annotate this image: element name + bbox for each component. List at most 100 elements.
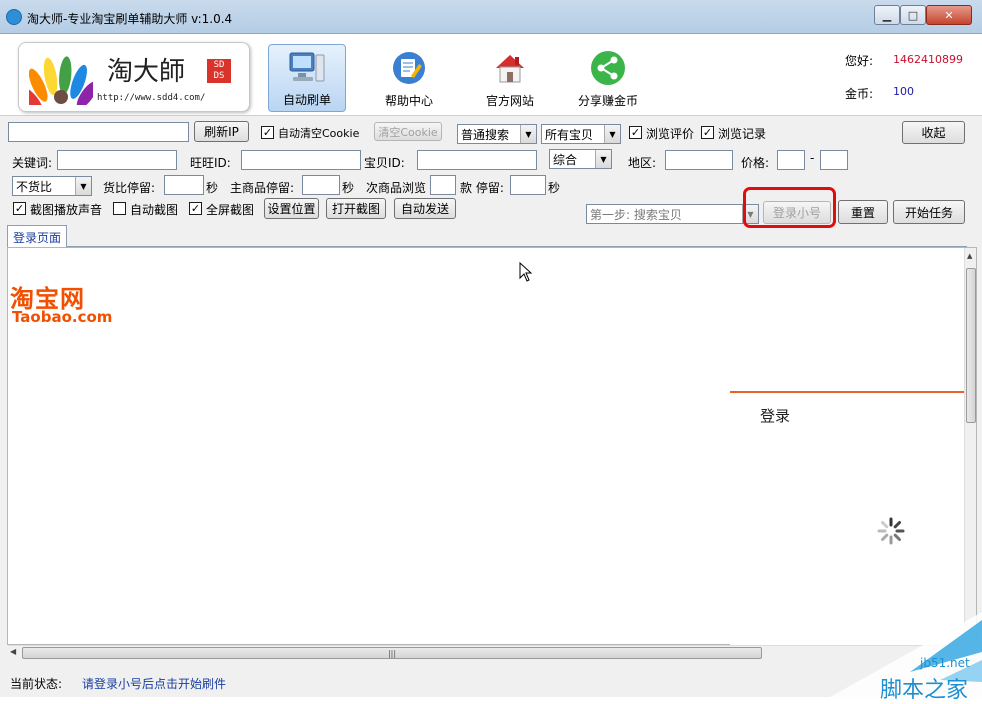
nav-share-earn-button[interactable]: 分享赚金币 [569, 44, 647, 112]
seconds-label: 秒 [206, 181, 219, 195]
step-select-value: 第一步: 搜索宝贝 [590, 208, 682, 222]
close-window-button[interactable]: ✕ [926, 5, 972, 25]
screenshot-sound-label: 截图播放声音 [30, 203, 103, 217]
compare-stay-label: 货比停留: [103, 181, 156, 195]
home-icon [490, 48, 530, 88]
watermark-text: 脚本之家 [880, 678, 969, 703]
title-bar: 淘大师-专业淘宝刷单辅助大师 v:1.0.4 ▁ □ ✕ [0, 0, 982, 34]
search-type-value: 普通搜索 [461, 128, 510, 142]
auto-clear-cookie-label: 自动清空Cookie [278, 127, 360, 140]
highlight-annotation [743, 187, 836, 228]
app-bird-icon [6, 9, 22, 25]
start-task-button[interactable]: 开始任务 [893, 200, 965, 224]
gold-value: 100 [893, 85, 914, 98]
vertical-scroll-thumb[interactable] [966, 268, 976, 423]
full-screenshot-checkbox[interactable]: ✓ [189, 202, 202, 215]
browse-history-label: 浏览记录 [718, 127, 767, 141]
sort-select[interactable]: 综合 ▼ [549, 149, 612, 169]
compare-value: 不货比 [16, 180, 53, 194]
chevron-down-icon: ▼ [604, 125, 620, 143]
goods-scope-value: 所有宝贝 [545, 128, 594, 142]
set-position-button[interactable]: 设置位置 [264, 198, 319, 219]
scroll-left-icon[interactable]: ◀ [10, 647, 16, 656]
keyword-input[interactable] [57, 150, 177, 170]
sub-browse-label: 次商品浏览 [366, 181, 427, 195]
reset-button[interactable]: 重置 [838, 200, 888, 224]
keyword-label: 关键词: [12, 156, 53, 170]
minimize-button[interactable]: ▁ [874, 5, 900, 25]
logo-fan-icon [29, 56, 93, 105]
screenshot-sound-checkbox[interactable]: ✓ [13, 202, 26, 215]
chevron-down-icon: ▼ [75, 177, 91, 195]
sort-value: 综合 [553, 153, 578, 167]
auto-screenshot-checkbox[interactable] [113, 202, 126, 215]
browse-reviews-label: 浏览评价 [646, 127, 695, 141]
collapse-button[interactable]: 收起 [902, 121, 965, 144]
tab-bar [7, 225, 967, 247]
sub-browse-count-input[interactable] [430, 175, 456, 195]
nav-auto-order-button[interactable]: 自动刷单 [268, 44, 346, 112]
help-edit-icon [389, 48, 429, 88]
nav-share-earn-label: 分享赚金币 [577, 94, 638, 108]
nav-official-site-button[interactable]: 官方网站 [471, 44, 549, 112]
seconds-label: 秒 [342, 181, 355, 195]
seconds-label: 秒 [548, 181, 561, 195]
main-stay-input[interactable] [302, 175, 340, 195]
search-type-select[interactable]: 普通搜索 ▼ [457, 124, 537, 144]
auto-clear-cookie-checkbox[interactable]: ✓ [261, 126, 274, 139]
price-label: 价格: [741, 156, 770, 170]
loading-spinner-icon [877, 517, 905, 545]
compare-select[interactable]: 不货比 ▼ [12, 176, 92, 196]
clear-cookie-button[interactable]: 清空Cookie [374, 122, 442, 141]
full-screenshot-label: 全屏截图 [206, 203, 255, 217]
auto-send-button[interactable]: 自动发送 [394, 198, 456, 219]
maximize-button[interactable]: □ [900, 5, 926, 25]
nav-help-center-label: 帮助中心 [384, 94, 433, 108]
nav-official-site-label: 官方网站 [485, 94, 534, 108]
step-select[interactable]: 第一步: 搜索宝贝 ▼ [586, 204, 759, 224]
logo-url: http://www.sdd4.com/ [97, 93, 206, 103]
chevron-down-icon: ▼ [595, 150, 611, 168]
logo-badge: SD DS [207, 59, 231, 83]
computer-icon [287, 47, 327, 87]
region-input[interactable] [665, 150, 733, 170]
price-max-input[interactable] [820, 150, 848, 170]
login-panel: 登录 [730, 391, 964, 645]
share-icon [588, 48, 628, 88]
refresh-ip-button[interactable]: 刷新IP [194, 121, 249, 142]
horizontal-scroll-thumb[interactable]: ||| [22, 647, 762, 659]
vertical-scrollbar[interactable]: ▲ [964, 248, 976, 644]
goods-scope-select[interactable]: 所有宝贝 ▼ [541, 124, 621, 144]
mouse-cursor-icon [519, 262, 533, 282]
hello-label: 您好: [845, 54, 874, 68]
window-title: 淘大师-专业淘宝刷单辅助大师 v:1.0.4 [27, 12, 233, 26]
tab-login-page[interactable]: 登录页面 [7, 225, 68, 247]
browse-history-checkbox[interactable]: ✓ [701, 126, 714, 139]
wangwang-label: 旺旺ID: [190, 156, 231, 170]
ip-input[interactable] [8, 122, 189, 142]
item-id-label: 宝贝ID: [364, 156, 405, 170]
logo-name: 淘大師 [107, 57, 186, 87]
logo: 淘大師 SD DS http://www.sdd4.com/ [18, 42, 250, 112]
watermark-url: jb51.net [920, 656, 970, 670]
scroll-up-icon[interactable]: ▲ [967, 252, 972, 260]
user-id-value: 1462410899 [893, 53, 963, 66]
compare-stay-input[interactable] [164, 175, 204, 195]
status-label: 当前状态: [10, 677, 63, 691]
status-text: 请登录小号后点击开始刷件 [82, 677, 227, 691]
nav-auto-order-label: 自动刷单 [282, 93, 331, 107]
chevron-down-icon: ▼ [520, 125, 536, 143]
app-header: 淘大師 SD DS http://www.sdd4.com/ 自动刷单 帮助中心… [0, 34, 982, 116]
sub-stay-input[interactable] [510, 175, 546, 195]
login-title: 登录 [760, 407, 791, 425]
open-screenshot-button[interactable]: 打开截图 [326, 198, 386, 219]
price-min-input[interactable] [777, 150, 805, 170]
wangwang-input[interactable] [241, 150, 361, 170]
item-id-input[interactable] [417, 150, 537, 170]
nav-help-center-button[interactable]: 帮助中心 [370, 44, 448, 112]
region-label: 地区: [628, 156, 657, 170]
gold-label: 金币: [845, 87, 874, 101]
browse-reviews-checkbox[interactable]: ✓ [629, 126, 642, 139]
items-stay-label: 款 停留: [460, 181, 504, 195]
taobao-logo-en: Taobao.com [12, 308, 113, 326]
